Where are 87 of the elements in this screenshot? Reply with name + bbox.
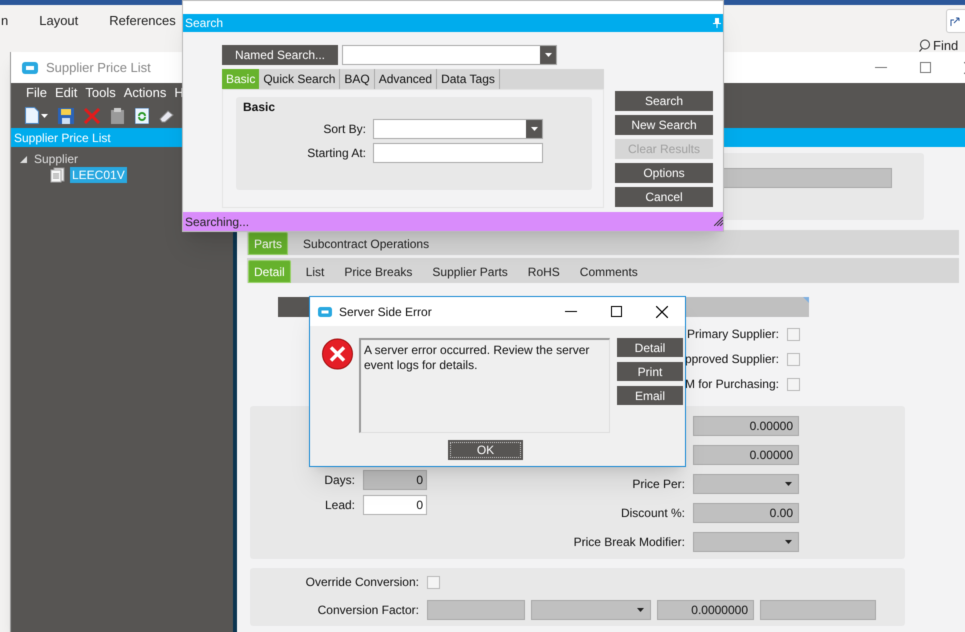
field-label: M for Purchasing: bbox=[684, 376, 779, 393]
search-header: Search bbox=[185, 15, 224, 32]
minimize-icon[interactable] bbox=[565, 310, 577, 312]
error-icon bbox=[321, 338, 354, 370]
caret-icon bbox=[41, 114, 48, 118]
error-message: A server error occurred. Review the server event logs for details. bbox=[364, 343, 590, 373]
tab[interactable]: Quick Search bbox=[259, 69, 340, 89]
dropdown-field[interactable] bbox=[693, 474, 799, 494]
menu-item[interactable]: Tools bbox=[85, 83, 116, 103]
checkbox[interactable] bbox=[787, 378, 800, 390]
eraser-icon[interactable] bbox=[159, 108, 175, 122]
caret-icon bbox=[785, 540, 792, 544]
input-field[interactable]: 0.00000 bbox=[693, 444, 799, 464]
tab[interactable]: BAQ bbox=[340, 69, 375, 89]
tab[interactable]: Price Breaks bbox=[339, 260, 418, 283]
input-field[interactable]: 0.00000 bbox=[693, 416, 799, 436]
caret-icon bbox=[785, 482, 792, 486]
refresh-icon[interactable] bbox=[135, 108, 149, 124]
ribbon-tab[interactable]: References bbox=[109, 11, 176, 31]
dropdown-field[interactable] bbox=[531, 600, 651, 620]
field-label: Primary Supplier: bbox=[686, 326, 779, 343]
field-label: Price Break Modifier: bbox=[574, 534, 685, 550]
caret-icon bbox=[544, 53, 552, 57]
corner-triangle-icon bbox=[803, 297, 809, 303]
ok-button[interactable]: OK bbox=[448, 440, 523, 460]
input-field[interactable]: 0 bbox=[363, 495, 427, 515]
tree-item[interactable]: Supplier bbox=[32, 151, 80, 167]
find-button[interactable]: Find bbox=[933, 36, 958, 56]
pin-icon[interactable] bbox=[713, 18, 721, 28]
checkbox[interactable] bbox=[787, 328, 800, 340]
field-label: Price Per: bbox=[632, 476, 685, 492]
tab[interactable]: List bbox=[300, 260, 330, 283]
input-field[interactable] bbox=[373, 143, 543, 163]
app-icon bbox=[318, 306, 332, 316]
named-search-dropdown[interactable] bbox=[342, 45, 557, 65]
ribbon-tab[interactable]: Layout bbox=[39, 11, 78, 31]
input-field[interactable]: 0.0000000 bbox=[657, 600, 754, 620]
app-icon bbox=[22, 62, 38, 74]
ribbon-tab[interactable]: n bbox=[1, 11, 8, 31]
document-stack-icon bbox=[50, 167, 65, 183]
tab[interactable]: Data Tags bbox=[437, 69, 500, 89]
menu-item[interactable]: Actions bbox=[124, 83, 166, 103]
dropdown-field[interactable] bbox=[373, 119, 543, 139]
tab[interactable]: Supplier Parts bbox=[427, 260, 513, 283]
field-label: Lead: bbox=[324, 497, 355, 514]
tab[interactable]: Comments bbox=[574, 260, 643, 283]
action-button[interactable]: New Search bbox=[615, 115, 713, 135]
named-search-button[interactable]: Named Search... bbox=[222, 45, 338, 65]
window-title: Supplier Price List bbox=[46, 58, 151, 77]
maximize-icon[interactable] bbox=[611, 306, 622, 317]
menu-item[interactable]: File bbox=[26, 83, 47, 103]
dialog-title: Server Side Error bbox=[339, 304, 432, 320]
field-label: Discount %: bbox=[620, 504, 685, 522]
caret-icon bbox=[637, 608, 644, 612]
save-icon[interactable] bbox=[58, 108, 74, 124]
input-field[interactable] bbox=[721, 168, 892, 188]
group-title: Basic bbox=[243, 99, 276, 116]
clipboard-icon[interactable] bbox=[110, 108, 125, 124]
field-label: pproved Supplier: bbox=[684, 351, 779, 368]
field-label: Days: bbox=[324, 472, 355, 489]
field-label: Starting At: bbox=[306, 145, 366, 162]
close-icon[interactable] bbox=[656, 306, 668, 318]
resize-grip-icon[interactable] bbox=[714, 217, 723, 226]
menu-item[interactable]: Edit bbox=[54, 83, 78, 103]
field-label: Sort By: bbox=[322, 121, 366, 138]
panel-title: Supplier Price List bbox=[14, 130, 111, 146]
dropdown-field[interactable] bbox=[693, 532, 799, 552]
tab[interactable]: Advanced bbox=[374, 69, 438, 89]
status-text: Searching... bbox=[185, 214, 250, 230]
dialog-button[interactable]: Print bbox=[617, 362, 683, 381]
search-icon[interactable] bbox=[919, 39, 931, 52]
expand-arrow-icon[interactable] bbox=[20, 156, 27, 162]
checkbox[interactable] bbox=[787, 352, 800, 366]
tab[interactable]: Subcontract Operations bbox=[298, 232, 434, 255]
dialog-button[interactable]: Detail bbox=[617, 338, 683, 357]
action-button[interactable]: Options bbox=[615, 163, 713, 183]
input-field[interactable] bbox=[760, 600, 876, 620]
input-field[interactable]: 0.00 bbox=[693, 502, 799, 522]
new-document-icon[interactable] bbox=[25, 107, 39, 124]
checkbox[interactable] bbox=[427, 576, 440, 588]
tab[interactable]: RoHS bbox=[522, 260, 565, 283]
input-field[interactable] bbox=[427, 600, 525, 620]
field-label: Conversion Factor: bbox=[316, 602, 419, 619]
action-button[interactable]: Search bbox=[615, 91, 713, 111]
field-label: Override Conversion: bbox=[306, 574, 419, 591]
dialog-button[interactable]: Email bbox=[617, 386, 683, 405]
action-button[interactable]: Cancel bbox=[615, 187, 713, 207]
